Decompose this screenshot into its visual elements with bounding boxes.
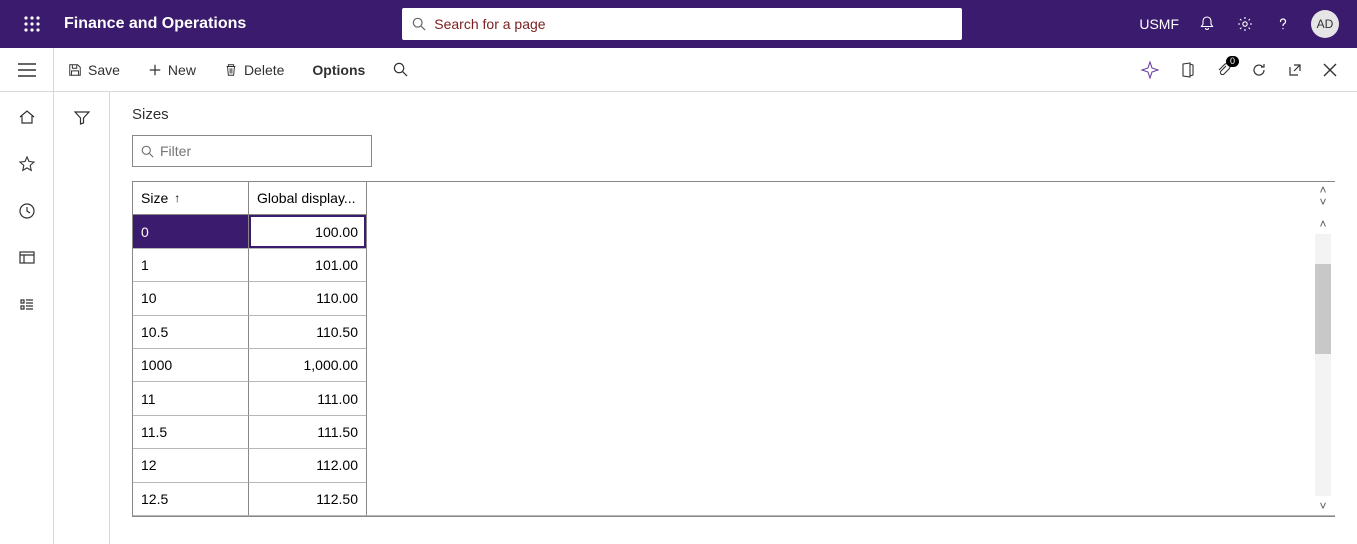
copilot-icon bbox=[1141, 61, 1159, 79]
cell-display[interactable]: 101.00 bbox=[249, 249, 367, 282]
cell-display[interactable]: 111.00 bbox=[249, 382, 367, 415]
cell-size[interactable]: 12 bbox=[133, 449, 249, 482]
column-header-display[interactable]: Global display... bbox=[249, 182, 367, 215]
options-label: Options bbox=[312, 62, 365, 78]
search-icon bbox=[141, 145, 154, 158]
page-title: Sizes bbox=[132, 106, 1335, 123]
home-nav[interactable] bbox=[18, 108, 36, 131]
waffle-icon bbox=[24, 16, 40, 32]
cell-size[interactable]: 11 bbox=[133, 382, 249, 415]
save-icon bbox=[68, 63, 82, 77]
toolbar-search-button[interactable] bbox=[379, 48, 422, 91]
global-search-placeholder: Search for a page bbox=[434, 16, 545, 32]
modules-icon bbox=[18, 296, 36, 314]
table-row[interactable]: 11.5 111.50 bbox=[133, 416, 367, 449]
data-grid: Size ↑ Global display... 0 1 101.00 bbox=[132, 181, 1335, 517]
favorites-nav[interactable] bbox=[18, 155, 36, 178]
search-icon bbox=[393, 62, 408, 77]
table-row[interactable]: 10.5 110.50 bbox=[133, 316, 367, 349]
refresh-button[interactable] bbox=[1251, 62, 1267, 78]
cell-size[interactable]: 10 bbox=[133, 282, 249, 315]
scroll-down-icon[interactable]: ˅ bbox=[1319, 196, 1326, 208]
table-row[interactable]: 1 101.00 bbox=[133, 249, 367, 282]
cell-display[interactable]: 110.50 bbox=[249, 316, 367, 349]
popout-button[interactable] bbox=[1287, 62, 1303, 78]
attachments-count: 0 bbox=[1226, 56, 1239, 67]
cell-display[interactable] bbox=[249, 215, 367, 248]
new-button[interactable]: New bbox=[134, 48, 210, 91]
plus-icon bbox=[148, 63, 162, 77]
grid-empty-area bbox=[367, 182, 1335, 516]
gear-icon bbox=[1237, 16, 1253, 32]
close-icon bbox=[1323, 63, 1337, 77]
funnel-icon bbox=[74, 110, 90, 126]
filter-pane-toggle-col bbox=[54, 92, 110, 544]
delete-label: Delete bbox=[244, 62, 284, 78]
clock-icon bbox=[18, 202, 36, 220]
filter-pane-toggle[interactable] bbox=[74, 110, 90, 544]
cell-size[interactable]: 1000 bbox=[133, 349, 249, 382]
app-title: Finance and Operations bbox=[56, 15, 246, 33]
global-search[interactable]: Search for a page bbox=[402, 8, 962, 40]
delete-button[interactable]: Delete bbox=[210, 48, 298, 91]
save-button[interactable]: Save bbox=[54, 48, 134, 91]
popout-icon bbox=[1287, 62, 1303, 78]
close-button[interactable] bbox=[1323, 63, 1337, 77]
trash-icon bbox=[224, 63, 238, 77]
quick-filter[interactable] bbox=[132, 135, 372, 167]
workspaces-nav[interactable] bbox=[18, 249, 36, 272]
office-button[interactable] bbox=[1179, 62, 1195, 78]
quick-filter-input[interactable] bbox=[160, 143, 363, 159]
question-icon bbox=[1275, 16, 1291, 32]
bell-icon bbox=[1199, 16, 1215, 32]
save-label: Save bbox=[88, 62, 120, 78]
recent-nav[interactable] bbox=[18, 202, 36, 225]
new-label: New bbox=[168, 62, 196, 78]
cell-display[interactable]: 1,000.00 bbox=[249, 349, 367, 382]
help-button[interactable] bbox=[1273, 14, 1293, 34]
settings-button[interactable] bbox=[1235, 14, 1255, 34]
cell-size[interactable]: 10.5 bbox=[133, 316, 249, 349]
app-launcher[interactable] bbox=[8, 0, 56, 48]
table-row[interactable]: 1000 1,000.00 bbox=[133, 349, 367, 382]
scroll-thumb[interactable] bbox=[1315, 264, 1331, 354]
scroll-up-icon[interactable]: ˄ bbox=[1319, 218, 1326, 230]
cell-display[interactable]: 110.00 bbox=[249, 282, 367, 315]
cell-size[interactable]: 12.5 bbox=[133, 483, 249, 516]
grid-outer-scrollbar[interactable]: ˄ ˅ ˄ ˅ bbox=[1313, 182, 1333, 516]
cell-display[interactable]: 112.50 bbox=[249, 483, 367, 516]
avatar-initials: AD bbox=[1317, 17, 1334, 31]
table-row[interactable]: 12 112.00 bbox=[133, 449, 367, 482]
notifications-button[interactable] bbox=[1197, 14, 1217, 34]
user-avatar[interactable]: AD bbox=[1311, 10, 1339, 38]
workspace-icon bbox=[18, 249, 36, 267]
table-row[interactable]: 12.5 112.50 bbox=[133, 483, 367, 516]
attachments-button[interactable]: 0 bbox=[1215, 62, 1231, 78]
display-order-input[interactable] bbox=[249, 215, 366, 247]
scroll-down-icon[interactable]: ˅ bbox=[1319, 500, 1326, 512]
modules-nav[interactable] bbox=[18, 296, 36, 319]
cell-size[interactable]: 11.5 bbox=[133, 416, 249, 449]
star-icon bbox=[18, 155, 36, 173]
nav-rail bbox=[0, 92, 54, 544]
cell-size[interactable]: 1 bbox=[133, 249, 249, 282]
company-code[interactable]: USMF bbox=[1139, 16, 1179, 32]
cell-display[interactable]: 111.50 bbox=[249, 416, 367, 449]
copilot-button[interactable] bbox=[1141, 61, 1159, 79]
options-button[interactable]: Options bbox=[298, 48, 379, 91]
cell-display[interactable]: 112.00 bbox=[249, 449, 367, 482]
home-icon bbox=[18, 108, 36, 126]
hamburger-icon bbox=[18, 63, 36, 77]
refresh-icon bbox=[1251, 62, 1267, 78]
scroll-track[interactable] bbox=[1315, 234, 1331, 496]
nav-toggle[interactable] bbox=[0, 48, 54, 91]
table-row[interactable]: 11 111.00 bbox=[133, 382, 367, 415]
cell-size[interactable]: 0 bbox=[133, 215, 249, 248]
column-header-size[interactable]: Size ↑ bbox=[133, 182, 249, 215]
office-icon bbox=[1179, 62, 1195, 78]
search-icon bbox=[412, 17, 426, 31]
table-row[interactable]: 0 bbox=[133, 215, 367, 248]
table-row[interactable]: 10 110.00 bbox=[133, 282, 367, 315]
sort-asc-icon: ↑ bbox=[174, 191, 180, 205]
